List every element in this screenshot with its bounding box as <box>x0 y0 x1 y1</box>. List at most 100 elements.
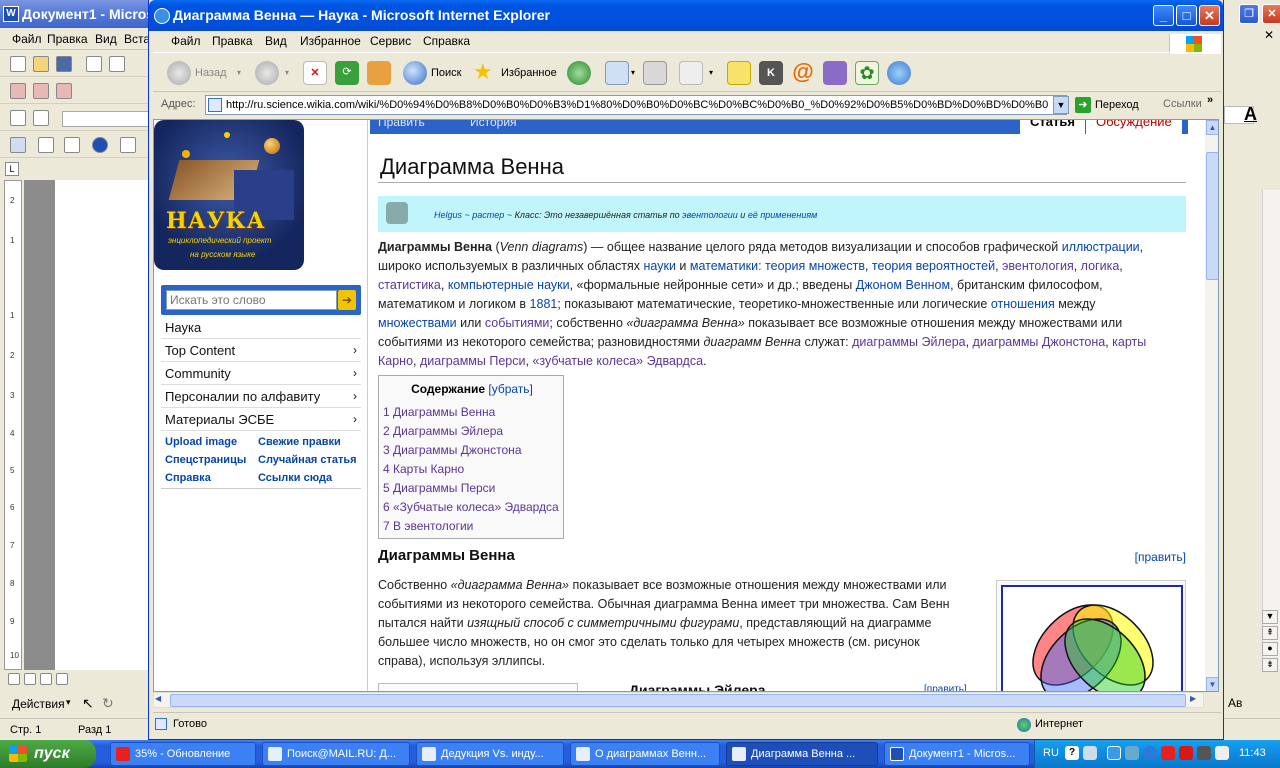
pdf-settings-icon[interactable] <box>33 83 49 99</box>
word-menu-view[interactable]: Вид <box>95 32 117 46</box>
viewport-horizontal-scrollbar[interactable]: ◀ ▶ <box>153 692 1204 708</box>
stub-author-link[interactable]: Helgus <box>434 210 462 220</box>
back-dropdown-icon[interactable]: ▾ <box>237 61 241 85</box>
stub-applications-link[interactable]: её применениям <box>748 210 818 220</box>
kaspersky-icon[interactable] <box>1161 746 1175 760</box>
edit-page-icon[interactable] <box>679 61 703 85</box>
refresh-icon[interactable]: ⟳ <box>335 61 359 85</box>
format-icon[interactable] <box>38 137 54 153</box>
tab-history[interactable]: История <box>470 120 517 129</box>
history-icon[interactable] <box>567 61 591 85</box>
link-edwards-cogwheels[interactable]: «зубчатые колеса» Эдвардса <box>532 354 703 368</box>
print-icon-2[interactable] <box>120 137 136 153</box>
note-icon[interactable] <box>727 61 751 85</box>
minimize-icon[interactable]: _ <box>1153 5 1174 26</box>
scroll-down-icon[interactable]: ▼ <box>1206 677 1218 691</box>
recent-changes-link[interactable]: Свежие правки <box>258 436 341 448</box>
stop-icon[interactable]: ✕ <box>303 61 327 85</box>
close-icon[interactable]: ✕ <box>1199 5 1220 26</box>
nav-item-community[interactable]: Community › <box>161 362 361 385</box>
cursor-icon[interactable]: ↖ <box>82 695 94 712</box>
wiki-logo[interactable]: НАУКА энциклопедический проект на русско… <box>154 120 304 270</box>
link-relations[interactable]: отношения <box>991 297 1055 311</box>
link-sets[interactable]: множествами <box>378 316 457 330</box>
new-document-icon[interactable] <box>10 56 26 72</box>
forward-dropdown-icon[interactable]: ▾ <box>285 61 289 85</box>
link-illustration[interactable]: иллюстрации <box>1062 240 1140 254</box>
browse-object-icon[interactable]: ● <box>1262 642 1278 656</box>
link-logic[interactable]: логика <box>1081 259 1120 273</box>
taskbar-item-update[interactable]: 35% - Обновление <box>110 742 256 766</box>
scroll-left-icon[interactable]: ◀ <box>155 694 161 703</box>
link-computer-science[interactable]: компьютерные науки <box>448 278 570 292</box>
link-john-venn[interactable]: Джоном Венном <box>856 278 950 292</box>
word-doc-close-icon[interactable]: ✕ <box>1264 28 1274 42</box>
toc-item[interactable]: 3 Диаграммы Джонстона <box>383 443 522 457</box>
font-color-icon[interactable]: A <box>1244 104 1257 125</box>
word-restore-icon[interactable]: ❐ <box>1239 4 1259 24</box>
section-edit-link[interactable]: [править] <box>1135 550 1186 564</box>
favorites-button[interactable]: Избранное <box>501 61 557 85</box>
toc-item[interactable]: 4 Карты Карно <box>383 462 464 476</box>
tray-red-icon[interactable] <box>1179 746 1193 760</box>
link-probability[interactable]: теория вероятностей <box>872 259 995 273</box>
venn-figure[interactable] <box>996 580 1186 691</box>
nav-item-esbe[interactable]: Материалы ЭСБЕ › <box>161 408 361 431</box>
search-button[interactable]: Поиск <box>431 61 461 85</box>
print-icon[interactable] <box>643 61 667 85</box>
toc-item[interactable]: 5 Диаграммы Перси <box>383 481 495 495</box>
toc-item[interactable]: 1 Диаграммы Венна <box>383 405 495 419</box>
media-icon[interactable] <box>823 61 847 85</box>
forward-arrow-icon[interactable] <box>255 61 279 85</box>
viewport-vertical-scrollbar[interactable]: ▲ ▼ <box>1205 120 1218 691</box>
word-vertical-scrollbar[interactable] <box>1262 190 1280 670</box>
word-close-icon[interactable]: ✕ <box>1262 4 1280 24</box>
maximize-icon[interactable]: □ <box>1176 5 1197 26</box>
word-scroll-down-icon[interactable]: ▼ <box>1262 610 1278 624</box>
nav-item-nauka[interactable]: Наука <box>161 316 361 339</box>
back-button[interactable]: Назад <box>195 61 227 85</box>
word-document-page[interactable] <box>55 180 148 670</box>
pdf-icon[interactable] <box>10 83 26 99</box>
eraser-icon[interactable] <box>33 110 49 126</box>
ie-menu-favorites[interactable]: Избранное <box>300 34 361 48</box>
pen-icon[interactable] <box>10 110 26 126</box>
mail-icon[interactable] <box>605 61 629 85</box>
k-icon[interactable]: K <box>759 61 783 85</box>
mail-at-icon[interactable]: @ <box>791 61 815 85</box>
toc-item[interactable]: 6 «Зубчатые колеса» Эдвардса <box>383 500 559 514</box>
print-icon[interactable] <box>86 56 102 72</box>
address-input[interactable]: http://ru.science.wikia.com/wiki/%D0%94%… <box>205 95 1067 115</box>
word-menu-insert[interactable]: Вста <box>124 32 150 46</box>
hscroll-thumb[interactable] <box>170 694 1186 707</box>
search-icon[interactable]: ➔ <box>338 290 356 310</box>
start-button[interactable]: пуск <box>0 740 96 768</box>
link-johnston[interactable]: диаграммы Джонстона <box>973 335 1106 349</box>
link-set-theory[interactable]: математики: теория множеств <box>690 259 865 273</box>
messenger-icon[interactable] <box>887 61 911 85</box>
clock[interactable]: 11:43 <box>1239 747 1266 759</box>
taskbar-item-word[interactable]: Документ1 - Micros... <box>884 742 1030 766</box>
toc-item[interactable]: 2 Диаграммы Эйлера <box>383 424 503 438</box>
link-euler[interactable]: диаграммы Эйлера <box>852 335 965 349</box>
tray-arrow-icon[interactable] <box>1107 746 1121 760</box>
icq-flower-icon[interactable]: ✿ <box>855 61 879 85</box>
taskbar-item-mail-search[interactable]: Поиск@MAIL.RU: Д... <box>262 742 410 766</box>
tray-expand-icon[interactable] <box>1083 746 1097 760</box>
normal-view-icon[interactable] <box>8 673 20 685</box>
next-section-edit-link[interactable]: [править] <box>924 684 967 691</box>
scroll-right-icon[interactable]: ▶ <box>1190 694 1196 703</box>
tray-device-icon[interactable] <box>1197 746 1211 760</box>
edit-dropdown-icon[interactable]: ▾ <box>709 61 713 85</box>
upload-image-link[interactable]: Upload image <box>165 436 237 448</box>
link-peirce[interactable]: диаграммы Перси <box>420 354 525 368</box>
stub-raster-link[interactable]: растер <box>472 210 504 220</box>
word-menu-edit[interactable]: Правка <box>47 32 88 46</box>
web-view-icon[interactable] <box>24 673 36 685</box>
link-karnaugh-2[interactable]: Карно <box>378 354 413 368</box>
ie-menu-help[interactable]: Справка <box>423 34 470 48</box>
link-events[interactable]: событиями <box>485 316 550 330</box>
print-preview-icon[interactable] <box>109 56 125 72</box>
draw-actions-menu[interactable]: Действия <box>12 697 65 711</box>
network-icon[interactable] <box>1125 746 1139 760</box>
